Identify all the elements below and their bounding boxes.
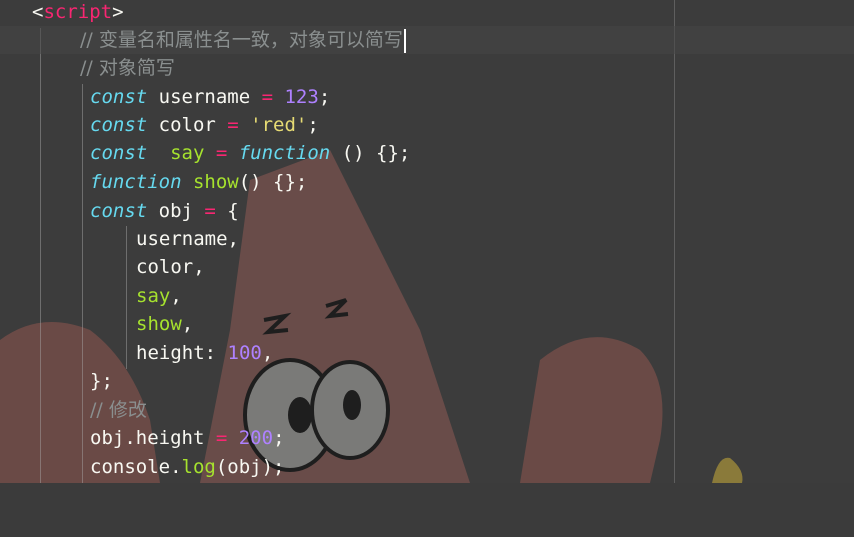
identifier: console. (90, 456, 182, 478)
code-line: function show() {}; (0, 168, 854, 196)
function-property: say (136, 285, 171, 307)
code-line: height: 100, (0, 339, 854, 367)
property: color, (136, 256, 205, 278)
identifier: username (147, 86, 262, 108)
number-literal: 100 (227, 342, 262, 364)
comment: // 对象简写 (80, 57, 175, 79)
identifier: obj.height (90, 427, 216, 449)
operator: = (215, 427, 228, 449)
code-line: const say = function () {}; (0, 139, 854, 167)
punctuation: ; (307, 114, 319, 136)
code-line: // 对象简写 (0, 54, 854, 82)
punctuation: { (215, 200, 239, 222)
code-line: username, (0, 225, 854, 253)
string-literal: 'red' (238, 114, 308, 136)
function-name: show (181, 171, 239, 193)
keyword: const (90, 86, 148, 108)
punctuation: (obj); (215, 456, 285, 478)
comment: // 变量名和属性名一致，对象可以简写 (80, 29, 403, 51)
code-line: show, (0, 310, 854, 338)
keyword: const (90, 200, 148, 222)
property: username, (136, 228, 239, 250)
punctuation: ; (318, 86, 331, 108)
punctuation: , (181, 313, 194, 335)
punctuation: }; (90, 370, 113, 392)
number-literal: 123 (273, 86, 319, 108)
code-line: say, (0, 282, 854, 310)
keyword: const (90, 114, 148, 136)
punctuation: , (170, 285, 182, 307)
comment: // 修改 (90, 399, 147, 421)
code-line: const username = 123; (0, 83, 854, 111)
punctuation: () {}; (330, 142, 411, 164)
code-line: console.log(obj); (0, 453, 854, 481)
operator: = (204, 200, 216, 222)
keyword: function (227, 142, 331, 164)
operator: = (215, 142, 228, 164)
punctuation: ; (273, 427, 285, 449)
code-line: <script> (0, 0, 854, 26)
code-line: obj.height = 200; (0, 424, 854, 452)
code-line: const obj = { (0, 197, 854, 225)
function-name: say (147, 142, 216, 164)
number-literal: 200 (227, 427, 274, 449)
code-editor[interactable]: <script> // 变量名和属性名一致，对象可以简写 // 对象简写 con… (0, 0, 854, 483)
identifier: obj (147, 200, 205, 222)
code-line-active: // 变量名和属性名一致，对象可以简写 (0, 26, 854, 54)
punctuation: () {}; (238, 171, 308, 193)
keyword: function (90, 171, 182, 193)
function-property: show (136, 313, 182, 335)
property: height: (136, 342, 228, 364)
code-line: const color = 'red'; (0, 111, 854, 139)
code-line: // 修改 (0, 396, 854, 424)
code-line: color, (0, 253, 854, 281)
text-cursor (403, 28, 406, 53)
operator: = (227, 114, 239, 136)
punctuation: , (261, 342, 274, 364)
identifier: color (147, 114, 228, 136)
code-line: }; (0, 367, 854, 395)
script-tag: script (43, 1, 113, 23)
tag-close-bracket: > (112, 1, 124, 23)
keyword: const (90, 142, 148, 164)
function-name: log (181, 456, 216, 478)
operator: = (261, 86, 274, 108)
tag-open-bracket: < (32, 1, 44, 23)
